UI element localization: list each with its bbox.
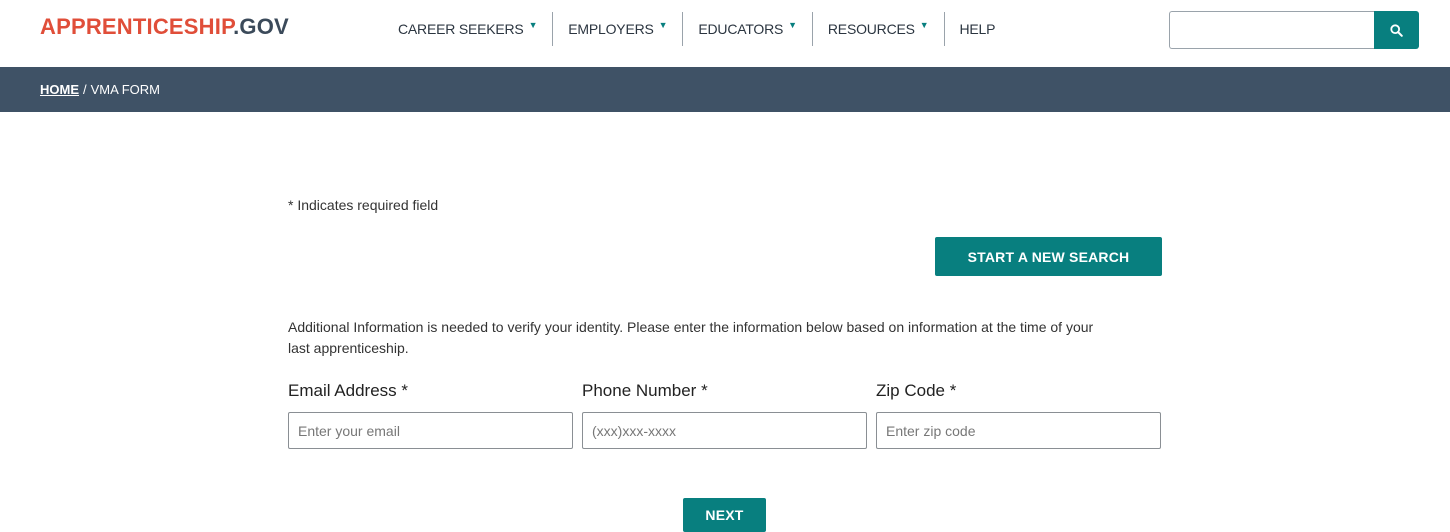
search-button[interactable] [1374,11,1419,49]
caret-down-icon: ▼ [788,20,797,30]
nav-educators[interactable]: EDUCATORS ▼ [683,12,813,46]
site-logo[interactable]: APPRENTICESHIP.GOV [40,14,289,40]
site-search [1169,11,1419,49]
caret-down-icon: ▼ [528,20,538,30]
phone-field[interactable] [582,412,867,449]
site-header: APPRENTICESHIP.GOV CAREER SEEKERS ▼ EMPL… [0,0,1450,67]
search-icon [1390,23,1403,37]
next-button[interactable]: NEXT [683,498,766,532]
breadcrumb-separator: / [83,82,87,97]
breadcrumb: HOME / VMA FORM [0,67,1450,112]
zip-code-field[interactable] [876,412,1161,449]
nav-resources-label: RESOURCES [827,21,915,37]
search-input[interactable] [1169,11,1374,49]
nav-help[interactable]: HELP [945,12,1011,46]
caret-down-icon: ▼ [658,20,668,30]
nav-employers-label: EMPLOYERS [568,21,654,37]
logo-tld: .GOV [233,14,289,39]
phone-label: Phone Number * [582,381,708,400]
nav-help-label: HELP [959,21,996,37]
nav-career-seekers-label: CAREER SEEKERS [398,21,524,37]
breadcrumb-home-link[interactable]: HOME [40,82,79,97]
start-new-search-button[interactable]: START A NEW SEARCH [935,237,1162,276]
required-field-note: * Indicates required field [288,197,439,213]
breadcrumb-current: VMA FORM [90,82,160,97]
caret-down-icon: ▼ [919,20,929,30]
nav-educators-label: EDUCATORS [698,21,784,37]
main-nav: CAREER SEEKERS ▼ EMPLOYERS ▼ EDUCATORS ▼… [390,12,1010,46]
email-field[interactable] [288,412,573,449]
identity-info-text: Additional Information is needed to veri… [288,319,1094,356]
zip-code-label: Zip Code * [876,381,957,400]
logo-brand: APPRENTICESHIP [40,14,234,39]
nav-employers[interactable]: EMPLOYERS ▼ [553,12,684,46]
email-label: Email Address * [288,381,408,400]
nav-resources[interactable]: RESOURCES ▼ [813,12,945,46]
nav-career-seekers[interactable]: CAREER SEEKERS ▼ [390,12,554,46]
